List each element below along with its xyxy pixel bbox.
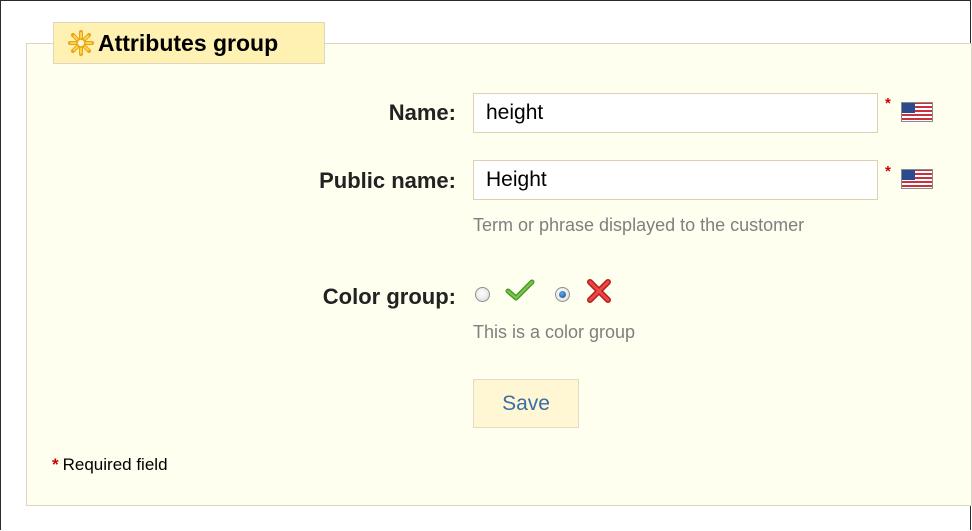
name-label: Name:	[388, 100, 456, 125]
green-check-icon[interactable]	[505, 278, 535, 302]
public-name-input[interactable]	[473, 160, 878, 200]
name-input[interactable]	[473, 93, 878, 133]
name-required-marker: *	[885, 95, 891, 112]
required-field-note: * Required field	[52, 455, 168, 475]
color-group-no-radio[interactable]	[555, 287, 570, 302]
fieldset-legend: Attributes group	[53, 22, 325, 64]
legend-title: Attributes group	[98, 29, 279, 56]
color-group-label: Color group:	[322, 284, 456, 309]
public-name-required-marker: *	[885, 163, 891, 180]
red-x-icon[interactable]	[586, 278, 612, 304]
color-group-hint: This is a color group	[473, 322, 636, 342]
required-star: *	[52, 455, 59, 474]
us-flag-icon[interactable]	[901, 169, 933, 189]
public-name-label: Public name:	[319, 168, 456, 193]
required-field-text: Required field	[62, 455, 168, 474]
asterisk-gear-icon	[68, 30, 94, 56]
color-group-yes-radio[interactable]	[475, 287, 490, 302]
us-flag-icon[interactable]	[901, 102, 933, 122]
save-button[interactable]: Save	[473, 379, 579, 428]
public-name-hint: Term or phrase displayed to the customer	[473, 215, 805, 235]
